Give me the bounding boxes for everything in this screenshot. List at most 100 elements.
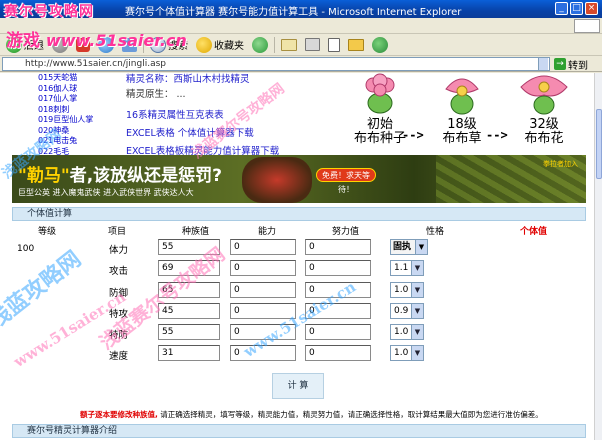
banner-character-image	[242, 157, 312, 203]
folder-button[interactable]	[346, 36, 366, 54]
edit-icon	[328, 37, 340, 52]
calculator-intro-header: 赛尔号精灵计算器介绍	[12, 424, 586, 438]
address-dropdown-icon[interactable]	[538, 58, 548, 70]
ability-input[interactable]: 0	[230, 345, 296, 361]
base-stat-input[interactable]: 31	[158, 345, 220, 361]
effort-input[interactable]: 0	[305, 239, 371, 255]
ability-input[interactable]: 0	[230, 239, 296, 255]
col-iv: 个体值	[520, 227, 548, 237]
stat-name: 体力	[109, 245, 129, 256]
chevron-down-icon: ▼	[411, 283, 423, 297]
effort-input[interactable]: 0	[305, 303, 371, 319]
stat-name: 速度	[109, 351, 129, 362]
chevron-down-icon: ▼	[411, 261, 423, 275]
nature-modifier-select[interactable]: 0.9 ▼	[390, 303, 424, 319]
window-controls: _ □ ×	[555, 2, 598, 15]
nature-modifier-select[interactable]: 1.0 ▼	[390, 345, 424, 361]
windows-logo-icon	[574, 19, 600, 33]
nature-modifier-select[interactable]: 1.0 ▼	[390, 282, 424, 298]
favorites-star-icon	[196, 36, 212, 53]
chevron-down-icon: ▼	[411, 304, 423, 318]
ability-input[interactable]: 0	[230, 282, 296, 298]
messenger-button[interactable]	[370, 36, 390, 54]
print-button[interactable]	[303, 36, 322, 54]
nature-modifier-value: 1.0	[394, 285, 409, 295]
pet-list-item[interactable]: 020神桑	[38, 126, 118, 137]
effort-input[interactable]: 0	[305, 260, 371, 276]
pet-list-item[interactable]: 017仙人掌	[38, 94, 118, 105]
effort-input[interactable]: 0	[305, 324, 371, 340]
stat-row-defense: 防御 65 0 0 1.0 ▼	[0, 282, 594, 300]
stage-3-name: 布布花	[524, 131, 564, 146]
pet-origin-text: 精灵原生： ...	[126, 89, 186, 100]
effort-input[interactable]: 0	[305, 345, 371, 361]
base-stat-input[interactable]: 55	[158, 239, 220, 255]
col-level: 等级	[38, 227, 57, 237]
ability-input[interactable]: 0	[230, 303, 296, 319]
base-stat-input[interactable]: 55	[158, 324, 220, 340]
folder-icon	[348, 38, 364, 51]
col-ability: 能力	[258, 227, 277, 237]
address-input[interactable]: http://www.51saier.cn/jingli.asp	[2, 57, 550, 71]
effort-input[interactable]: 0	[305, 282, 371, 298]
calculator-column-headers: 等级 项目 种族值 能力 努力值 性格 个体值	[12, 224, 586, 237]
nature-modifier-value: 1.0	[394, 327, 409, 337]
type-chart-link[interactable]: 16系精灵属性互克表表	[126, 107, 224, 121]
stage-3-level: 32级	[529, 117, 559, 132]
nature-modifier-select[interactable]: 1.1 ▼	[390, 260, 424, 276]
go-button[interactable]: → 转到	[554, 57, 588, 72]
favorites-button[interactable]: 收藏夹	[194, 36, 246, 54]
media-icon	[252, 36, 268, 53]
close-button[interactable]: ×	[585, 2, 598, 15]
banner-enter-button[interactable]: 免费！求天等待！	[316, 168, 376, 194]
nature-modifier-value: 0.9	[394, 306, 409, 316]
evolution-stage-flower: 32级 布布花	[512, 73, 576, 146]
stage-2-name: 布布草	[442, 131, 482, 146]
ability-input[interactable]: 0	[230, 260, 296, 276]
stat-row-speed: 速度 31 0 0 1.0 ▼	[0, 345, 594, 363]
stage-2-level: 18级	[447, 117, 477, 132]
evolution-chain: 初始 布布种子 --> 18级 布布草 --> 32级 布布花	[348, 73, 594, 153]
pet-list-item[interactable]: 018刺刺	[38, 105, 118, 116]
pet-list-item[interactable]: 021电击兔	[38, 136, 118, 147]
banner-corner-text: 拳拉者加入	[543, 160, 578, 168]
flower-sprite-icon	[520, 75, 568, 115]
instructions-note: 额子逐本要修改种族值, 请正确选择精灵，填写等级，精灵能力值，精灵努力值，请正确…	[80, 409, 543, 420]
favorites-label: 收藏夹	[214, 41, 244, 52]
mail-button[interactable]	[279, 36, 299, 54]
minimize-button[interactable]: _	[555, 2, 568, 15]
stat-row-attack: 攻击 69 0 0 1.1 ▼	[0, 260, 594, 278]
vertical-scrollbar[interactable]	[594, 73, 602, 440]
banner-headline-quote: "勒马"	[18, 166, 70, 186]
col-effort: 努力值	[332, 227, 360, 237]
print-icon	[305, 38, 320, 51]
stat-row-sp-defense: 特防 55 0 0 1.0 ▼	[0, 324, 594, 342]
site-logo-overlay: 游戏 www.51saier.cn	[6, 26, 187, 51]
pet-location-link[interactable]: 精灵名称：西斯山木村找精灵	[126, 73, 250, 85]
maximize-button[interactable]: □	[570, 2, 583, 15]
media-button[interactable]	[250, 36, 270, 54]
col-base: 种族值	[182, 227, 210, 237]
scrollbar-thumb[interactable]	[596, 109, 602, 179]
nature-modifier-select[interactable]: 1.0 ▼	[390, 324, 424, 340]
page-viewport: 015天蛇猫 016伽人球 017仙人掌 018刺刺 019巨型仙人掌 020神…	[0, 73, 594, 440]
banner-headline: "勒马"者,该放纵还是惩罚?	[18, 161, 222, 186]
pet-list-item[interactable]: 015天蛇猫	[38, 73, 118, 84]
base-stat-input[interactable]: 45	[158, 303, 220, 319]
pet-list-item[interactable]: 016伽人球	[38, 84, 118, 95]
stat-name: 防御	[109, 288, 129, 299]
calculate-button[interactable]: 计 算	[272, 373, 324, 399]
game-ad-banner[interactable]: "勒马"者,该放纵还是惩罚? 巨型公英 进入魔鬼武侠 进入武侠世界 武侠达人大 …	[12, 155, 586, 203]
banner-headline-rest: 者,该放纵还是惩罚?	[69, 166, 223, 186]
base-stat-input[interactable]: 69	[158, 260, 220, 276]
iv-excel-download-link[interactable]: EXCEL表格 个体值计算器下载	[126, 125, 254, 139]
window-title-bar[interactable]: 赛尔号攻略网 赛尔号个体值计算器 赛尔号能力值计算工具 - Microsoft …	[0, 0, 602, 20]
col-nature: 性格	[426, 227, 445, 237]
stat-name: 攻击	[109, 266, 129, 277]
col-item: 项目	[108, 227, 127, 237]
stat-row-hp: 体力 55 0 0	[0, 239, 594, 257]
pet-list-item[interactable]: 019巨型仙人掌	[38, 115, 118, 126]
base-stat-input[interactable]: 65	[158, 282, 220, 298]
edit-button[interactable]	[326, 36, 342, 54]
ability-input[interactable]: 0	[230, 324, 296, 340]
